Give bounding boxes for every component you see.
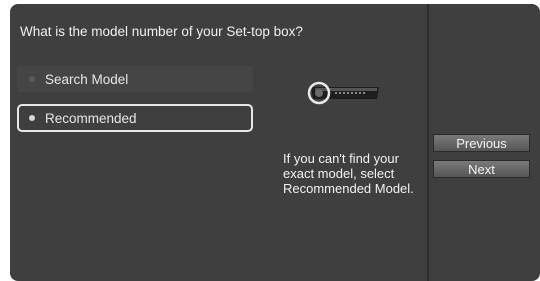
option-bullet-icon xyxy=(29,115,35,121)
hint-text: If you can't find your exact model, sele… xyxy=(283,151,414,196)
option-label: Search Model xyxy=(45,71,129,87)
previous-button[interactable]: Previous xyxy=(433,134,530,152)
panel-divider xyxy=(427,4,429,281)
option-recommended[interactable]: Recommended xyxy=(17,104,253,132)
option-label: Recommended xyxy=(45,110,137,126)
next-button[interactable]: Next xyxy=(433,160,530,178)
option-bullet-icon xyxy=(29,76,35,82)
set-top-box-icon xyxy=(307,81,379,105)
option-search-model[interactable]: Search Model xyxy=(17,66,253,92)
question-text: What is the model number of your Set-top… xyxy=(20,24,303,39)
